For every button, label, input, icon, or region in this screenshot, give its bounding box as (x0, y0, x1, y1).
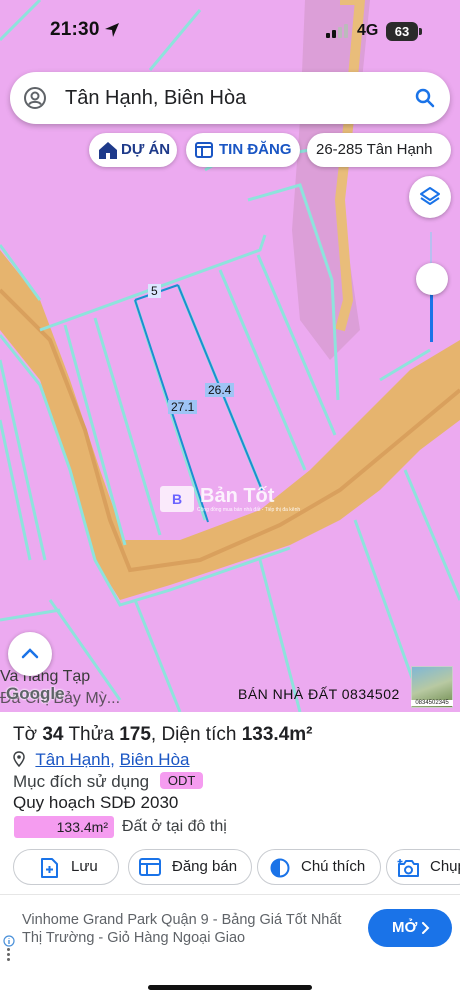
chevron-right-icon (422, 922, 430, 934)
battery-tip (419, 28, 422, 35)
status-bar: 21:30 4G 63 (0, 0, 460, 62)
opacity-slider-fill (430, 292, 433, 342)
network-type: 4G (357, 22, 379, 39)
home-indicator[interactable] (148, 985, 312, 990)
signal-icon (326, 24, 348, 38)
parcel-label: Thửa (68, 724, 114, 745)
chevron-up-icon (21, 648, 39, 659)
ad-footer[interactable]: Vinhome Grand Park Quận 9 - Bảng Giá Tốt… (0, 894, 460, 966)
ad-text[interactable]: Vinhome Grand Park Quận 9 - Bảng Giá Tốt… (22, 911, 352, 947)
map-ad-banner-text[interactable]: BÁN NHÀ ĐẤT 0834502 (238, 686, 400, 702)
area-value: 133.4m² (241, 724, 313, 745)
planning-area-description: Đất ở tại đô thị (122, 818, 227, 835)
land-use-row: Mục đích sử dụng ODT (13, 772, 204, 792)
parcel-title: Tờ 34 Thửa 175, Diện tích 133.4m² (13, 724, 313, 745)
planning-label: Quy hoạch SDĐ 2030 (13, 793, 179, 812)
watermark-logo: B (160, 486, 194, 512)
half-circle-icon (270, 858, 290, 878)
sheet-number: 34 (42, 724, 64, 745)
search-icon[interactable] (414, 87, 436, 109)
project-chip[interactable]: DỰ ÁN (89, 133, 177, 167)
location-row: Tân Hạnh, Biên Hòa (13, 750, 190, 770)
watermark-tagline: Cộng đồng mua bán nhà đất - Tiếp thị đa … (197, 507, 301, 513)
post-for-sale-label: Đăng bán (172, 858, 238, 875)
parcel-info-sheet: Tờ 34 Thửa 175, Diện tích 133.4m² Tân Hạ… (0, 712, 460, 892)
city-link[interactable]: Biên Hòa (120, 750, 190, 769)
project-chip-label: DỰ ÁN (121, 141, 171, 158)
opacity-slider-thumb[interactable] (416, 263, 448, 295)
parcel-number: 175 (119, 724, 151, 745)
legend-button[interactable]: Chú thích (257, 849, 381, 885)
land-use-label: Mục đích sử dụng (13, 772, 150, 791)
capture-label: Chụp (430, 858, 460, 875)
planning-area-badge: 133.4m² (14, 816, 114, 838)
area-label: Diện tích (161, 724, 237, 745)
listing-icon (139, 858, 161, 876)
post-for-sale-button[interactable]: Đăng bán (128, 849, 252, 885)
house-icon (99, 142, 117, 159)
capture-button[interactable]: Chụp (386, 849, 460, 885)
location-separator: , (110, 750, 115, 769)
land-use-badge: ODT (159, 772, 204, 789)
watermark-name: Bản Tốt (200, 485, 275, 507)
ad-open-button[interactable]: MỞ (368, 909, 452, 947)
more-options-icon[interactable] (7, 948, 10, 963)
dimension-label-top: 5 (148, 284, 161, 298)
status-time: 21:30 (50, 19, 100, 40)
layers-button[interactable] (409, 176, 451, 218)
listings-chip[interactable]: TIN ĐĂNG (186, 133, 300, 167)
search-bar[interactable]: Tân Hạnh, Biên Hòa (10, 72, 450, 124)
camera-add-icon (397, 859, 419, 877)
user-icon[interactable] (23, 86, 47, 110)
google-logo: Google (6, 684, 65, 703)
ward-link[interactable]: Tân Hạnh (35, 750, 110, 769)
info-icon[interactable] (3, 935, 15, 947)
listings-chip-label: TIN ĐĂNG (219, 141, 292, 158)
collapse-button[interactable] (8, 632, 52, 676)
sheet-label: Tờ (13, 724, 38, 745)
save-button-label: Lưu (71, 858, 98, 875)
layers-icon (420, 187, 440, 205)
map-ad-thumbnail-phone: 0834502345 (411, 700, 453, 706)
ad-open-label: MỞ (392, 919, 418, 936)
add-file-icon (41, 858, 58, 878)
battery-icon: 63 (386, 22, 418, 41)
parcel-chip[interactable]: 26-285 Tân Hạnh (307, 133, 451, 167)
dimension-label-right: 26.4 (205, 383, 235, 397)
search-query[interactable]: Tân Hạnh, Biên Hòa (65, 87, 246, 110)
save-button[interactable]: Lưu (13, 849, 119, 885)
dimension-label-left: 27.1 (168, 400, 198, 414)
location-arrow-icon (105, 23, 119, 37)
pin-icon (13, 751, 25, 767)
legend-label: Chú thích (301, 858, 366, 875)
listing-icon (195, 142, 213, 158)
